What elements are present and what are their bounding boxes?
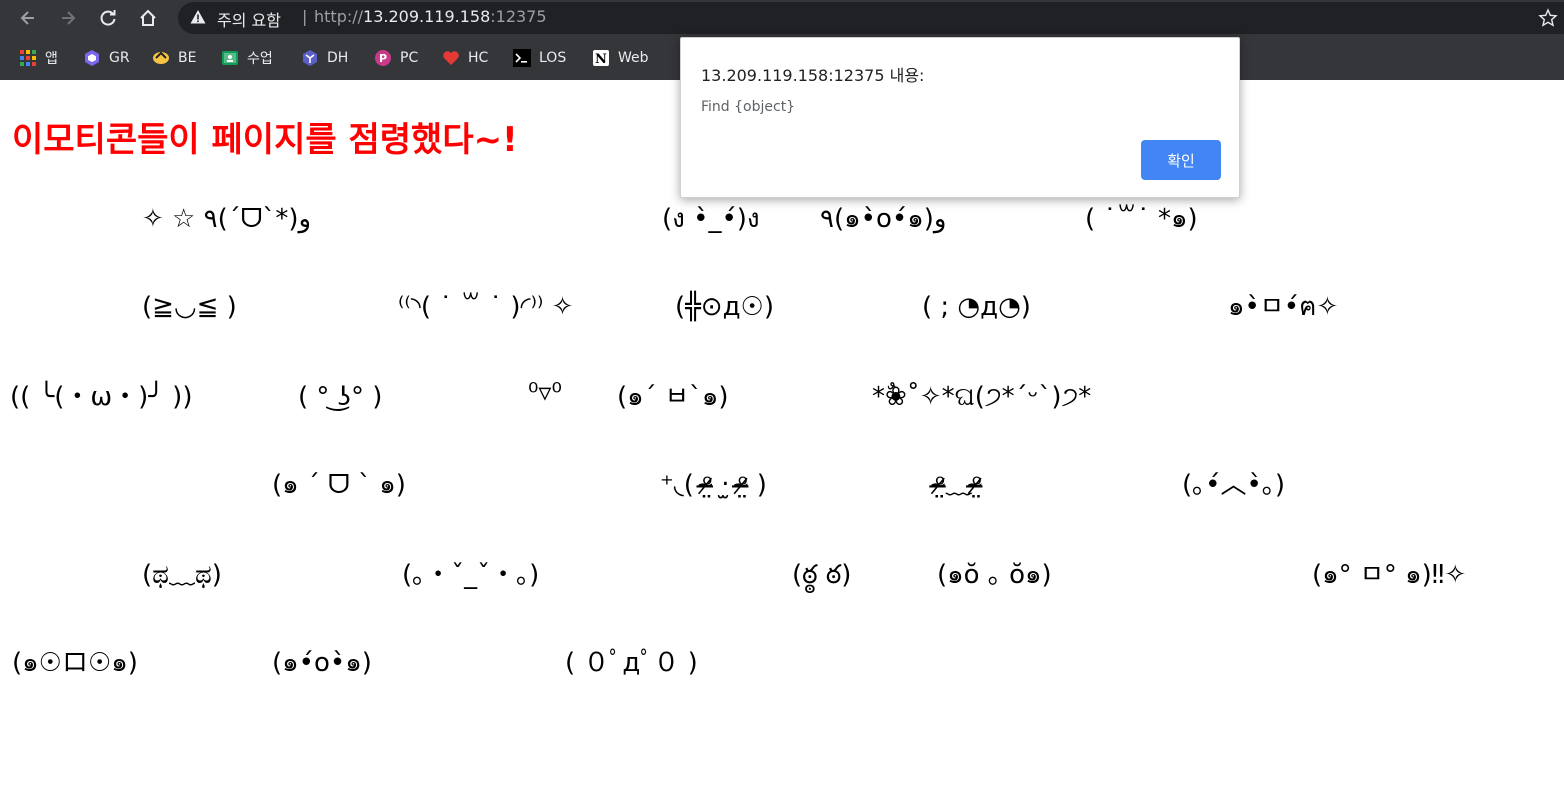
emoticon: (╬⊙д☉) xyxy=(675,292,775,322)
emoticon: (ఠ్ఠ ఠ) xyxy=(792,560,852,590)
warning-icon xyxy=(190,10,206,24)
emoticon: ( ° ͜ʖ° ) xyxy=(298,382,383,412)
emoticon: (๑•́o•̀๑) xyxy=(272,648,372,678)
bookmark-label: PC xyxy=(400,50,419,66)
bookmark-label: 앱 xyxy=(45,51,58,67)
bookmark-web[interactable]: N Web xyxy=(591,44,649,72)
back-arrow-icon xyxy=(20,11,34,25)
bookmark-label: Web xyxy=(618,50,649,66)
emoticon: ᵒ̴̶̷̤﹏ᵒ̴̶̷̤ xyxy=(935,470,983,500)
security-status-label[interactable]: 주의 요함 xyxy=(217,7,281,31)
be-logo-icon xyxy=(151,48,171,68)
bookmark-class[interactable]: 수업 xyxy=(220,44,273,72)
url-port: :12375 xyxy=(490,7,547,26)
home-button[interactable] xyxy=(134,4,162,32)
reload-icon xyxy=(100,10,116,26)
url-host: 13.209.119.158 xyxy=(363,7,491,26)
bookmark-los[interactable]: LOS xyxy=(512,44,566,72)
dialog-message: Find {object} xyxy=(701,99,796,115)
emoticon: ( ˙꒳​˙ *๑) xyxy=(1085,204,1198,234)
alert-dialog: 13.209.119.158:12375 내용: Find {object} 확… xyxy=(680,37,1240,198)
bookmark-label: BE xyxy=(178,50,197,66)
emoticon: (๑☉ロ☉๑) xyxy=(12,648,138,678)
bookmark-label: GR xyxy=(109,50,130,66)
emoticon: ( ０ﾟдﾟ０ ) xyxy=(565,648,698,678)
bookmark-dh[interactable]: DH xyxy=(300,44,348,72)
emoticon: (ง •̀_•́)ง xyxy=(662,204,760,234)
reload-button[interactable] xyxy=(94,4,122,32)
emoticon: (( ╰(・ω・)╯ )) xyxy=(10,382,193,412)
back-button[interactable] xyxy=(14,4,42,32)
emoticon: (๑ ˊ ᗜ ˋ ๑) xyxy=(272,470,406,500)
pc-logo-icon: P xyxy=(373,48,393,68)
emoticon: ⁺◟( ᵒ̴̶̷̤ ‧̫ ᵒ̴̶̷̤ ) xyxy=(660,470,767,500)
dh-logo-icon xyxy=(300,48,320,68)
emoticon: ⁽⁽◝( ˙ ꒳ ˙ )◜⁾⁾ ✧ xyxy=(398,292,574,322)
forward-arrow-icon xyxy=(62,11,76,25)
home-icon xyxy=(140,9,156,26)
classroom-icon xyxy=(220,48,240,68)
apps-grid-icon xyxy=(18,48,38,68)
emoticon: (≧◡≦ ) xyxy=(142,292,237,322)
bookmark-gr[interactable]: GR xyxy=(82,44,130,72)
emoticon: ٩(๑•̀o•́๑)و xyxy=(820,204,947,234)
gr-logo-icon xyxy=(82,48,102,68)
heart-icon xyxy=(441,48,461,68)
svg-text:N: N xyxy=(595,52,607,67)
address-bar[interactable]: 주의 요함 | http://13.209.119.158:12375 xyxy=(178,2,1564,34)
bookmark-star-icon[interactable] xyxy=(1538,8,1558,28)
emoticon: (｡•́︿•̀｡) xyxy=(1182,470,1285,500)
bookmark-label: 수업 xyxy=(247,51,273,67)
url-text[interactable]: http://13.209.119.158:12375 xyxy=(314,7,547,26)
emoticon: (｡・ˇ_ˇ・｡) xyxy=(402,560,540,590)
bookmark-be[interactable]: BE xyxy=(151,44,196,72)
omnibox-divider: | xyxy=(302,7,308,26)
emoticon: ✧ ☆ ٩(ˊᗜˋ*)و xyxy=(142,204,312,234)
terminal-icon xyxy=(512,48,532,68)
emoticon: ( ; ◔д◔) xyxy=(922,292,1031,322)
emoticon: (๑ŏ ｡ ŏ๑) xyxy=(937,560,1052,590)
ok-button[interactable]: 확인 xyxy=(1141,140,1221,180)
emoticon: ⁰▿⁰ xyxy=(528,378,562,408)
emoticon: *❀ٌ˚✧*ଘ(੭*ˊᵕˋ)੭* xyxy=(872,382,1092,412)
emoticon: ๑•̀ㅁ•́ฅ✧ xyxy=(1228,292,1339,322)
bookmark-pc[interactable]: P PC xyxy=(373,44,418,72)
emoticon: (๑° ㅁ° ๑)‼✧ xyxy=(1312,560,1467,590)
bookmark-hc[interactable]: HC xyxy=(441,44,488,72)
bookmark-label: DH xyxy=(327,50,349,66)
forward-button[interactable] xyxy=(54,4,82,32)
emoticon: (๑´ ㅂ`๑) xyxy=(617,382,729,412)
bookmark-label: LOS xyxy=(539,50,567,66)
url-scheme: http:// xyxy=(314,7,364,26)
page-title: 이모티콘들이 페이지를 점령했다~! xyxy=(12,120,518,160)
notion-icon: N xyxy=(591,48,611,68)
emoticon: (ಥ﹏ಥ) xyxy=(142,560,222,590)
bookmark-label: HC xyxy=(468,50,489,66)
dialog-title: 13.209.119.158:12375 내용: xyxy=(701,66,925,85)
bookmark-apps[interactable]: 앱 xyxy=(18,44,58,72)
svg-text:P: P xyxy=(379,52,387,65)
